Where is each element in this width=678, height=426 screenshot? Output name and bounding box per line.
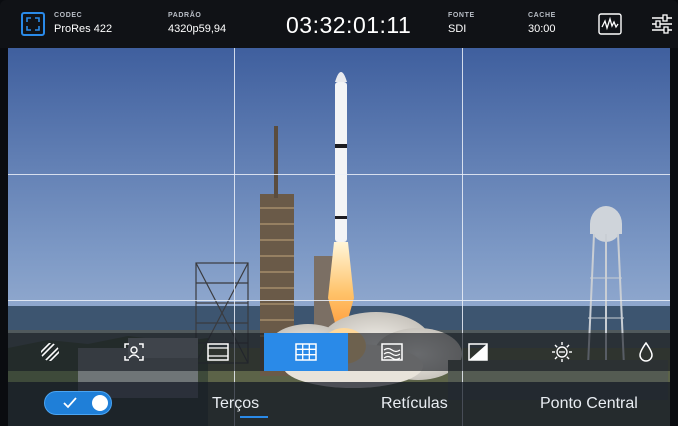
- source-status[interactable]: FONTE SDI: [448, 11, 475, 36]
- false-color-icon: [381, 343, 403, 361]
- grid-options-bar: Terços Retículas Ponto Central: [8, 382, 670, 426]
- source-value: SDI: [448, 23, 467, 35]
- grid-toggle-switch[interactable]: [44, 391, 112, 415]
- tool-color[interactable]: [604, 333, 678, 371]
- checkmark-icon: [63, 397, 77, 409]
- monitor-screen: CODEC ProRes 422 PADRÃO 4320p59,94 03:32…: [0, 0, 678, 426]
- grid-line-horizontal-1: [8, 174, 670, 175]
- grid-line-horizontal-2: [8, 300, 670, 301]
- cache-status[interactable]: CACHE 30:00: [528, 11, 556, 36]
- tool-strip: [8, 333, 670, 371]
- waveform-scope-icon[interactable]: [598, 12, 622, 36]
- source-key: FONTE: [448, 12, 475, 19]
- timecode: 03:32:01:11: [286, 12, 412, 38]
- frame-guides-icon: [207, 343, 229, 361]
- codec-key: CODEC: [54, 12, 83, 19]
- contrast-icon: [468, 343, 488, 361]
- droplet-icon: [639, 342, 653, 362]
- status-bar: CODEC ProRes 422 PADRÃO 4320p59,94 03:32…: [0, 0, 678, 48]
- codec-value: ProRes 422: [54, 23, 113, 35]
- option-reticulas[interactable]: Retículas: [381, 394, 448, 414]
- option-ponto-central[interactable]: Ponto Central: [540, 394, 638, 414]
- toggle-knob: [92, 395, 108, 411]
- tool-false-color[interactable]: [350, 333, 434, 371]
- tool-frame-guides[interactable]: [176, 333, 260, 371]
- tool-brightness[interactable]: [520, 333, 604, 371]
- cache-key: CACHE: [528, 12, 556, 19]
- selected-option-underline: [240, 416, 268, 418]
- standard-status[interactable]: PADRÃO 4320p59,94: [168, 11, 226, 36]
- codec-status[interactable]: CODEC ProRes 422: [54, 11, 112, 36]
- option-tercos[interactable]: Terços: [212, 394, 259, 414]
- focus-assist-icon: [124, 343, 144, 361]
- standard-key: PADRÃO: [168, 12, 202, 19]
- tool-zebra[interactable]: [8, 333, 92, 371]
- cache-value: 30:00: [528, 23, 556, 35]
- brightness-gear-icon: [552, 342, 572, 362]
- tool-grids[interactable]: [264, 333, 348, 371]
- zebra-stripes-icon: [41, 343, 59, 361]
- tool-exposure[interactable]: [436, 333, 520, 371]
- grid-icon: [295, 343, 317, 361]
- fullscreen-icon[interactable]: [21, 12, 45, 36]
- settings-sliders-icon[interactable]: [651, 12, 675, 36]
- tool-focus-assist[interactable]: [92, 333, 176, 371]
- standard-value: 4320p59,94: [168, 23, 227, 35]
